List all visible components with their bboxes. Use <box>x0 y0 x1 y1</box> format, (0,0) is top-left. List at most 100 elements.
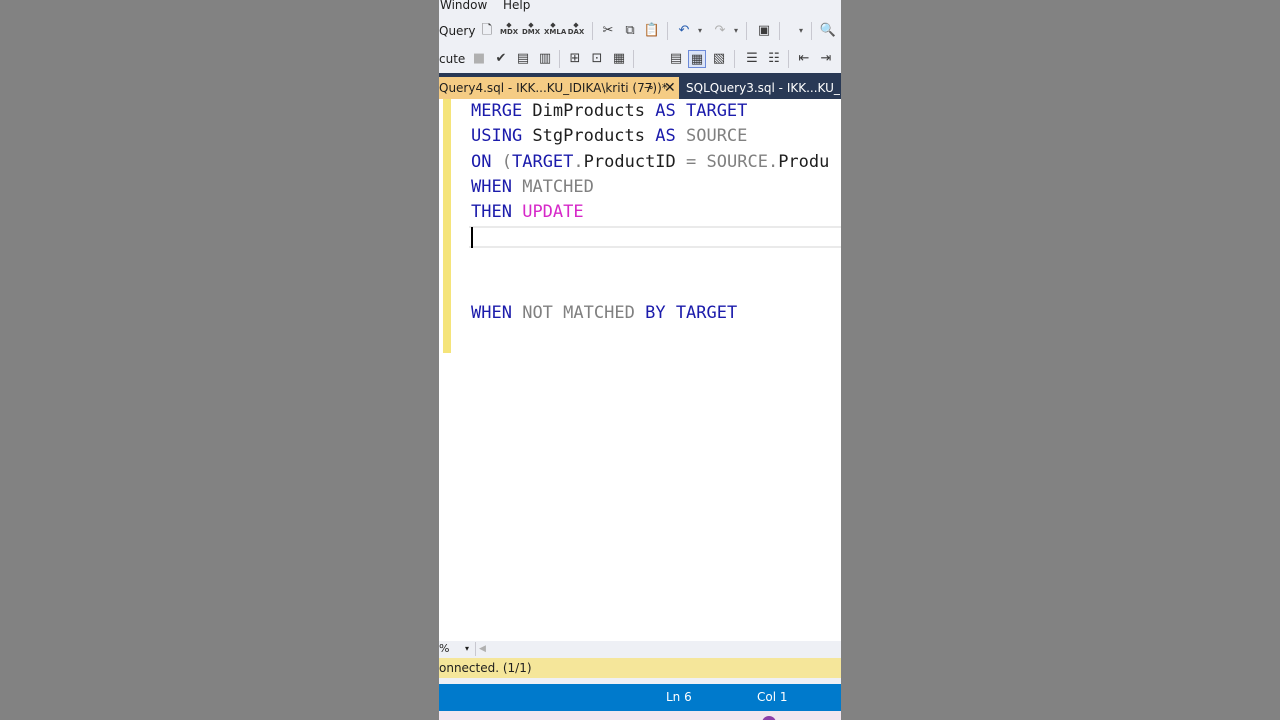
code-token: DimProducts <box>522 101 656 121</box>
increase-indent-icon[interactable]: ⇥ <box>817 50 835 68</box>
find-in-files-icon[interactable]: 🔍 <box>819 22 837 40</box>
tab-query4[interactable]: Query4.sql - IKK...KU_IDIKA\kriti (77))*… <box>439 77 679 99</box>
code-token: TARGET <box>675 303 738 324</box>
new-query-icon[interactable]: 🗋 <box>478 22 496 40</box>
toolbar-separator <box>633 50 634 68</box>
toolbar-separator <box>592 22 593 40</box>
scroll-left-icon[interactable]: ◀ <box>479 642 486 656</box>
taskbar-strip <box>439 711 841 720</box>
connection-status: onnected. (1/1) <box>439 661 532 675</box>
results-to-grid-icon[interactable]: ▦ <box>688 50 706 68</box>
menu-bar: Window Help <box>439 0 841 16</box>
decrease-indent-icon[interactable]: ⇤ <box>795 50 813 68</box>
zoom-separator <box>475 642 476 656</box>
query-options-icon[interactable]: ▥ <box>536 50 554 68</box>
cut-icon[interactable]: ✂ <box>599 22 617 40</box>
standard-toolbar: Query 🗋 ◆ MDX ◆ DMX ◆ XMLA ◆ DAX ✂ ⧉ 📋 ↶ ▾ ↷… <box>439 18 841 44</box>
dmx-query-icon[interactable]: ◆ DMX <box>522 22 540 40</box>
parse-check-icon[interactable]: ✔ <box>492 50 510 68</box>
code-editor[interactable]: MERGE DimProducts AS TARGET USING StgProd… <box>439 99 841 641</box>
code-token: AS <box>655 126 676 147</box>
toolbar-separator <box>811 22 812 40</box>
display-plan-icon[interactable]: ▤ <box>514 50 532 68</box>
code-line: USING StgProducts AS SOURCE <box>471 124 747 148</box>
toolbar-separator <box>746 22 747 40</box>
close-icon[interactable]: ✕ <box>664 77 676 99</box>
undo-dropdown-icon[interactable]: ▾ <box>695 22 705 40</box>
tab-query4-title: Query4.sql - IKK...KU_IDIKA\kriti (77))* <box>439 81 668 95</box>
tab-sqlquery3[interactable]: SQLQuery3.sql - IKK...KU_IDIKA <box>683 77 841 99</box>
xmla-query-icon[interactable]: ◆ XMLA <box>544 22 566 40</box>
code-token: TARGET <box>511 151 574 172</box>
redo-icon[interactable]: ↷ <box>711 22 729 40</box>
dmx-label: DMX <box>522 28 541 36</box>
zoom-level[interactable]: % <box>439 642 449 655</box>
code-token: SOURCE <box>706 151 768 172</box>
toolbar-separator <box>667 22 668 40</box>
toolbar-separator <box>788 50 789 68</box>
background-left <box>0 0 439 720</box>
undo-icon[interactable]: ↶ <box>675 22 693 40</box>
code-token: . <box>767 151 779 172</box>
code-token: THEN <box>471 202 512 223</box>
sql-editor-toolbar: cute ■ ✔ ▤ ▥ ⊞ ⊡ ▦ ▤ ▦ ▧ ☰ ☷ ⇤ ⇥ <box>439 46 841 72</box>
activity-monitor-icon[interactable]: ▣ <box>755 22 773 40</box>
taskbar-app-icon[interactable] <box>762 716 776 720</box>
new-query-label[interactable]: Query <box>439 24 475 38</box>
redo-dropdown-icon[interactable]: ▾ <box>731 22 741 40</box>
code-line: ON (TARGET.ProductID = SOURCE.Produ <box>471 150 829 174</box>
column-number: Col 1 <box>757 690 788 704</box>
code-token: WHEN <box>471 176 512 197</box>
live-stats-icon[interactable]: ⊡ <box>588 50 606 68</box>
text-caret <box>471 227 473 248</box>
stop-icon[interactable]: ■ <box>470 50 488 68</box>
comment-icon[interactable]: ☰ <box>743 50 761 68</box>
mdx-label: MDX <box>500 28 519 36</box>
paste-icon[interactable]: 📋 <box>643 22 661 40</box>
code-token: MATCHED <box>563 303 635 324</box>
uncomment-icon[interactable]: ☷ <box>765 50 783 68</box>
zoom-bar: % ▾ ◀ <box>439 641 841 658</box>
toolbar-separator <box>559 50 560 68</box>
client-stats-icon[interactable]: ▦ <box>610 50 628 68</box>
menu-window[interactable]: Window <box>440 0 487 12</box>
code-token: AS <box>655 101 676 121</box>
document-tab-strip: Query4.sql - IKK...KU_IDIKA\kriti (77))*… <box>439 73 841 99</box>
results-to-text-icon[interactable]: ▤ <box>667 50 685 68</box>
pin-icon[interactable]: ⊸ <box>644 77 653 99</box>
line-number: Ln 6 <box>666 690 692 704</box>
code-token: ON <box>471 151 492 172</box>
menu-help[interactable]: Help <box>503 0 530 12</box>
code-token: SOURCE <box>685 126 748 147</box>
code-token: ( <box>501 151 512 172</box>
code-token: TARGET <box>685 101 748 121</box>
copy-icon[interactable]: ⧉ <box>621 22 639 40</box>
code-token: WHEN <box>471 303 512 324</box>
code-token: . <box>573 151 584 172</box>
code-token: MATCHED <box>522 176 594 197</box>
change-tracking-bar <box>443 99 451 353</box>
code-token: NOT <box>522 303 553 324</box>
zoom-dropdown-icon[interactable]: ▾ <box>465 642 469 656</box>
dax-query-icon[interactable]: ◆ DAX <box>567 22 585 40</box>
find-dropdown-icon[interactable]: ▾ <box>796 22 806 40</box>
execute-button[interactable]: cute <box>439 52 465 66</box>
code-token: USING <box>471 126 523 147</box>
include-plan-icon[interactable]: ⊞ <box>566 50 584 68</box>
code-token: = <box>686 151 697 172</box>
code-line: WHEN MATCHED <box>471 175 594 199</box>
code-token: MERGE <box>471 101 523 121</box>
code-token: StgProducts <box>522 126 656 147</box>
status-bar: Ln 6 Col 1 <box>439 684 841 711</box>
mdx-query-icon[interactable]: ◆ MDX <box>500 22 518 40</box>
results-to-file-icon[interactable]: ▧ <box>710 50 728 68</box>
